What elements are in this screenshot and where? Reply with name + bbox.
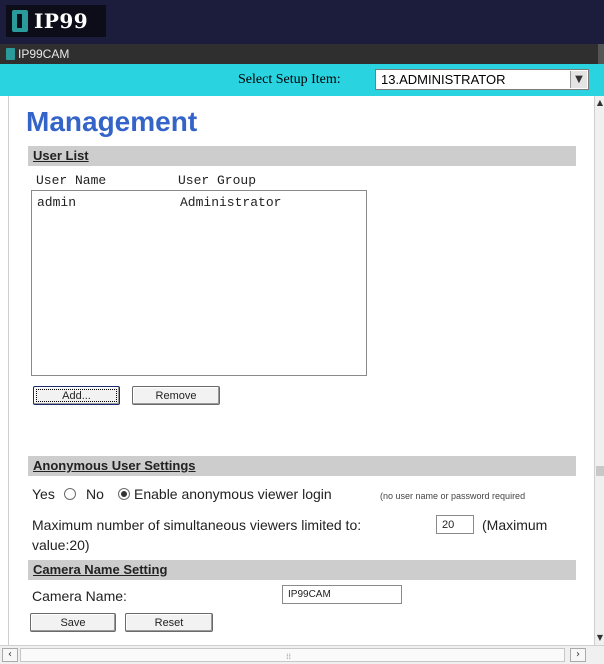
user-listbox[interactable]: admin Administrator bbox=[31, 190, 367, 376]
no-radio[interactable] bbox=[118, 488, 130, 500]
logo-text: IP99 bbox=[34, 9, 89, 33]
reset-button[interactable]: Reset bbox=[125, 613, 213, 632]
max-viewers-hint: (Maximum bbox=[482, 517, 548, 533]
triangle-down-icon[interactable]: ▼ bbox=[595, 631, 604, 645]
add-user-button[interactable]: Add... bbox=[33, 386, 120, 405]
camera-name-input[interactable] bbox=[282, 585, 402, 604]
chevron-right-icon[interactable]: › bbox=[570, 648, 586, 662]
user-group-cell: Administrator bbox=[180, 195, 282, 210]
setup-item-label: Select Setup Item: bbox=[238, 72, 341, 87]
chevron-left-icon[interactable]: ‹ bbox=[2, 648, 18, 662]
brand-logo: IP99 bbox=[6, 5, 106, 37]
setup-item-select[interactable]: 13.ADMINISTRATOR ▼ bbox=[375, 69, 589, 90]
camera-name-label: Camera Name: bbox=[32, 588, 127, 604]
anonymous-section: Anonymous User Settings bbox=[28, 456, 576, 476]
enable-anonymous-note: (no user name or password required bbox=[380, 491, 526, 501]
column-header-user-name: User Name bbox=[36, 173, 107, 188]
vertical-scrollbar[interactable]: ▲ ▼ bbox=[594, 96, 604, 645]
scroll-thumb[interactable] bbox=[596, 466, 604, 476]
enable-anonymous-label: Enable anonymous viewer login bbox=[134, 486, 332, 502]
camera-name-section: Camera Name Setting bbox=[28, 560, 576, 580]
horizontal-scroll-track[interactable]: ⁞⁞ bbox=[20, 648, 565, 662]
max-viewers-hint-2: value:20) bbox=[32, 537, 90, 553]
camera-bar: IP99CAM bbox=[0, 44, 604, 64]
horizontal-scrollbar[interactable]: ‹ ⁞⁞ › bbox=[0, 645, 604, 664]
anonymous-heading: Anonymous User Settings bbox=[33, 458, 196, 473]
setup-bar: Select Setup Item: 13.ADMINISTRATOR ▼ bbox=[0, 64, 604, 96]
remove-user-button[interactable]: Remove bbox=[132, 386, 220, 405]
user-list-section: User List bbox=[28, 146, 576, 166]
logo-icon bbox=[12, 10, 28, 32]
scroll-grip-icon: ⁞⁞ bbox=[286, 652, 292, 661]
app-header: IP99 bbox=[0, 0, 604, 44]
save-button[interactable]: Save bbox=[30, 613, 116, 632]
max-viewers-label: Maximum number of simultaneous viewers l… bbox=[32, 517, 362, 533]
camera-label: IP99CAM bbox=[18, 47, 70, 61]
header-edge bbox=[598, 44, 604, 64]
camera-name-heading: Camera Name Setting bbox=[33, 562, 168, 577]
column-header-user-group: User Group bbox=[178, 173, 257, 188]
user-name-cell: admin bbox=[37, 195, 77, 210]
no-label: No bbox=[86, 486, 104, 502]
yes-label: Yes bbox=[32, 486, 55, 502]
max-viewers-input[interactable] bbox=[436, 515, 474, 534]
camera-icon bbox=[6, 48, 15, 60]
user-list-heading: User List bbox=[33, 148, 89, 163]
triangle-up-icon[interactable]: ▲ bbox=[595, 96, 604, 110]
page-title: Management bbox=[26, 106, 198, 137]
chevron-down-icon[interactable]: ▼ bbox=[570, 71, 587, 88]
yes-radio[interactable] bbox=[64, 488, 76, 500]
list-item[interactable]: admin Administrator bbox=[32, 195, 366, 211]
setup-item-value: 13.ADMINISTRATOR bbox=[381, 72, 506, 87]
